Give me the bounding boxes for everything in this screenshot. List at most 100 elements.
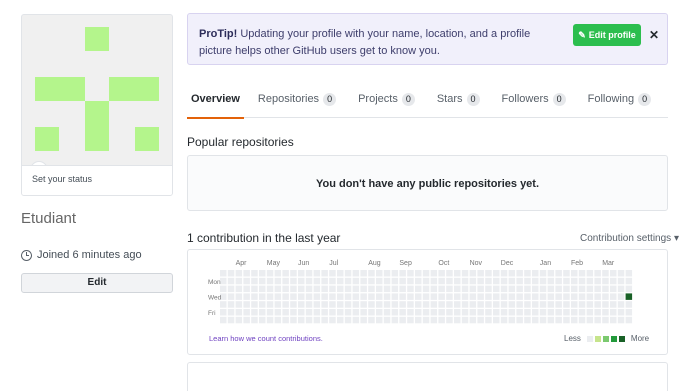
contribution-day[interactable] [415, 293, 422, 300]
contribution-day[interactable] [376, 285, 383, 293]
contribution-day[interactable] [461, 301, 469, 308]
contribution-day[interactable] [469, 316, 477, 324]
contribution-day[interactable] [360, 285, 367, 293]
contribution-day[interactable] [399, 270, 406, 277]
contribution-day[interactable] [500, 277, 508, 285]
contribution-day[interactable] [625, 270, 633, 277]
contribution-day[interactable] [461, 270, 469, 277]
contribution-day[interactable] [508, 277, 516, 285]
contribution-day[interactable] [235, 285, 243, 293]
contribution-day[interactable] [430, 301, 438, 308]
contribution-day[interactable] [485, 270, 492, 277]
contribution-day[interactable] [617, 309, 625, 316]
contribution-day[interactable] [376, 293, 383, 300]
contribution-day[interactable] [391, 293, 399, 300]
contribution-day[interactable] [438, 309, 445, 316]
contribution-day[interactable] [344, 293, 352, 300]
contribution-day[interactable] [329, 316, 336, 324]
contribution-day[interactable] [617, 293, 625, 300]
contribution-day[interactable] [610, 309, 617, 316]
contribution-day[interactable] [391, 270, 399, 277]
contribution-day[interactable] [461, 316, 469, 324]
contribution-day[interactable] [446, 316, 453, 324]
contribution-day[interactable] [235, 270, 243, 277]
contribution-day[interactable] [485, 316, 492, 324]
contribution-day[interactable] [415, 301, 422, 308]
contribution-day[interactable] [376, 277, 383, 285]
contribution-day[interactable] [586, 316, 594, 324]
contribution-day[interactable] [251, 301, 258, 308]
contribution-day[interactable] [469, 270, 477, 277]
contribution-day[interactable] [383, 316, 391, 324]
contribution-day[interactable] [610, 277, 617, 285]
contribution-day[interactable] [305, 293, 313, 300]
contribution-day[interactable] [274, 309, 282, 316]
contribution-day[interactable] [352, 285, 360, 293]
contribution-day[interactable] [337, 316, 344, 324]
contribution-day[interactable] [532, 316, 539, 324]
contribution-day[interactable] [454, 301, 461, 308]
contribution-day[interactable] [399, 316, 406, 324]
contribution-day[interactable] [227, 316, 235, 324]
contribution-day[interactable] [227, 270, 235, 277]
contribution-day[interactable] [274, 301, 282, 308]
contribution-day[interactable] [571, 309, 578, 316]
contribution-day[interactable] [274, 293, 282, 300]
contribution-day[interactable] [391, 277, 399, 285]
tab-repositories[interactable]: Repositories 0 [258, 83, 337, 118]
contribution-day[interactable] [415, 270, 422, 277]
contribution-day[interactable] [430, 277, 438, 285]
contribution-day[interactable] [532, 277, 539, 285]
contribution-day[interactable] [469, 285, 477, 293]
tab-following[interactable]: Following 0 [588, 83, 652, 118]
contribution-day[interactable] [586, 285, 594, 293]
contribution-day[interactable] [469, 293, 477, 300]
contribution-day[interactable] [274, 270, 282, 277]
contribution-day[interactable] [610, 293, 617, 300]
contribution-day[interactable] [329, 301, 336, 308]
contribution-day[interactable] [220, 285, 227, 293]
contribution-day[interactable] [337, 285, 344, 293]
contribution-day[interactable] [547, 301, 555, 308]
learn-contributions-link[interactable]: Learn how we count contributions. [209, 334, 323, 343]
contribution-day[interactable] [352, 293, 360, 300]
contribution-day[interactable] [329, 285, 336, 293]
contribution-day[interactable] [555, 285, 562, 293]
contribution-day[interactable] [461, 309, 469, 316]
contribution-day[interactable] [430, 270, 438, 277]
contribution-day[interactable] [493, 270, 500, 277]
avatar[interactable]: ☺ Set your status [21, 14, 173, 196]
contribution-day[interactable] [571, 277, 578, 285]
contribution-day[interactable] [383, 277, 391, 285]
contribution-day[interactable] [290, 277, 297, 285]
contribution-day[interactable] [500, 301, 508, 308]
contribution-day[interactable] [399, 309, 406, 316]
contribution-day[interactable] [290, 285, 297, 293]
contribution-day[interactable] [571, 293, 578, 300]
contribution-day[interactable] [227, 285, 235, 293]
contribution-day[interactable] [422, 285, 430, 293]
contribution-day[interactable] [313, 277, 321, 285]
contribution-day[interactable] [376, 309, 383, 316]
contribution-day[interactable] [321, 277, 328, 285]
contribution-day[interactable] [438, 301, 445, 308]
contribution-day[interactable] [352, 316, 360, 324]
contribution-day[interactable] [227, 309, 235, 316]
contribution-day[interactable] [220, 316, 227, 324]
contribution-day[interactable] [477, 309, 484, 316]
contribution-day[interactable] [274, 316, 282, 324]
contribution-day[interactable] [321, 309, 328, 316]
contribution-day[interactable] [407, 293, 414, 300]
contribution-day[interactable] [524, 293, 531, 300]
contribution-day[interactable] [485, 301, 492, 308]
contribution-day-active[interactable] [625, 293, 633, 300]
contribution-day[interactable] [563, 293, 570, 300]
contribution-day[interactable] [344, 316, 352, 324]
contribution-day[interactable] [298, 285, 305, 293]
contribution-day[interactable] [516, 301, 523, 308]
contribution-day[interactable] [399, 293, 406, 300]
contribution-day[interactable] [376, 316, 383, 324]
contribution-day[interactable] [539, 270, 547, 277]
contribution-day[interactable] [305, 285, 313, 293]
contribution-day[interactable] [274, 277, 282, 285]
